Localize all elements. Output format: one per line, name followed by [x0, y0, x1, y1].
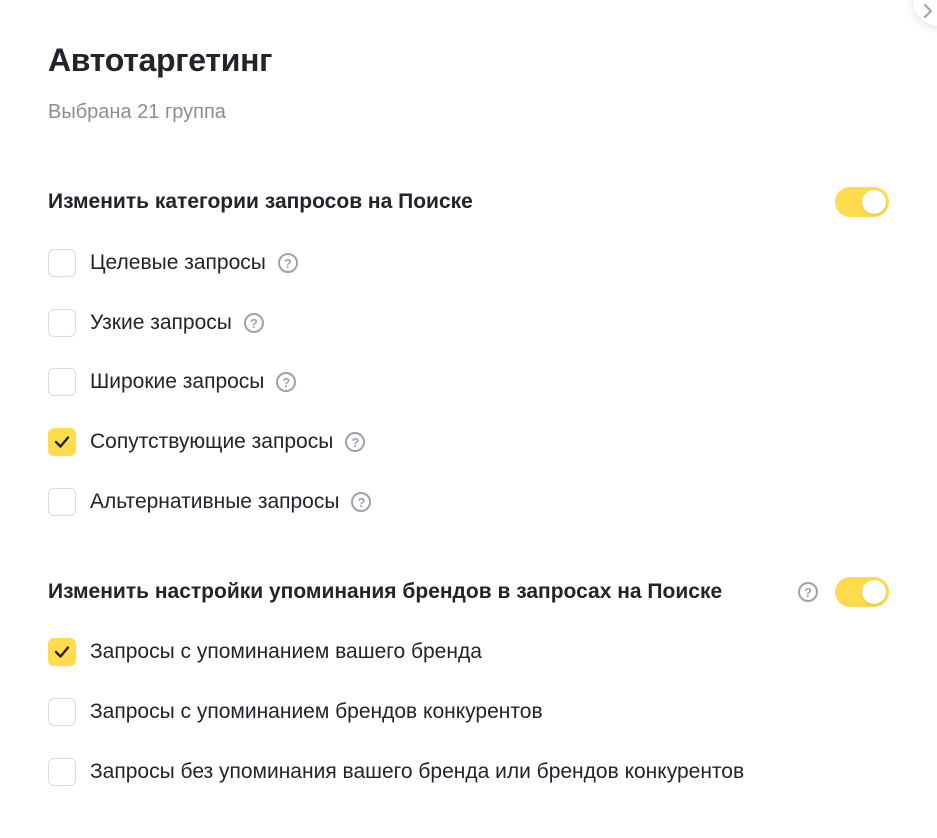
checkbox-label: Целевые запросы	[90, 251, 266, 274]
checkbox-row-own-brand[interactable]: Запросы с упоминанием вашего бренда	[48, 637, 482, 667]
checkbox[interactable]	[48, 698, 76, 726]
section-heading-brand-mentions: Изменить настройки упоминания брендов в …	[48, 580, 723, 603]
checkbox[interactable]	[48, 638, 76, 666]
chevron-right-icon	[924, 4, 933, 18]
checkbox-label: Запросы с упоминанием брендов конкуренто…	[90, 700, 543, 723]
checkbox-label: Запросы с упоминанием вашего бренда	[90, 640, 482, 663]
checkbox-label: Узкие запросы	[90, 311, 232, 334]
help-icon[interactable]: ?	[277, 253, 298, 273]
checkbox-label: Запросы без упоминания вашего бренда или…	[90, 760, 745, 783]
page-title: Автотаргетинг	[48, 42, 273, 78]
brand-mentions-toggle[interactable]	[835, 577, 889, 607]
selection-count: Выбрана 21 группа	[48, 101, 226, 123]
checkbox-row-competitor-brands[interactable]: Запросы с упоминанием брендов конкуренто…	[48, 697, 543, 727]
checkbox-row-related-queries[interactable]: Сопутствующие запросы ?	[48, 427, 366, 457]
checkbox[interactable]	[48, 309, 76, 337]
checkbox-row-narrow-queries[interactable]: Узкие запросы ?	[48, 308, 264, 338]
checkbox-row-alternative-queries[interactable]: Альтернативные запросы ?	[48, 487, 372, 517]
help-icon[interactable]: ?	[276, 372, 297, 392]
section-heading-search-categories: Изменить категории запросов на Поиске	[48, 190, 473, 213]
search-categories-toggle[interactable]	[835, 187, 889, 217]
checkbox[interactable]	[48, 249, 76, 277]
checkbox[interactable]	[48, 488, 76, 516]
checkbox-label: Сопутствующие запросы	[90, 430, 334, 453]
checkbox-label: Альтернативные запросы	[90, 490, 340, 513]
checkbox[interactable]	[48, 368, 76, 396]
checkbox[interactable]	[48, 758, 76, 786]
checkbox-row-no-brand[interactable]: Запросы без упоминания вашего бренда или…	[48, 757, 744, 787]
autotargeting-panel: Автотаргетинг Выбрана 21 группа Изменить…	[0, 0, 937, 838]
help-icon[interactable]: ?	[345, 432, 366, 452]
checkbox-row-broad-queries[interactable]: Широкие запросы ?	[48, 367, 297, 397]
checkmark-icon	[54, 436, 70, 448]
toggle-knob	[862, 580, 886, 604]
checkbox[interactable]	[48, 428, 76, 456]
checkbox-label: Широкие запросы	[90, 370, 265, 393]
help-icon[interactable]: ?	[351, 492, 372, 512]
checkbox-row-target-queries[interactable]: Целевые запросы ?	[48, 248, 298, 278]
toggle-knob	[862, 190, 886, 214]
help-icon[interactable]: ?	[798, 582, 818, 602]
help-icon[interactable]: ?	[243, 313, 264, 333]
checkmark-icon	[54, 646, 70, 658]
close-button[interactable]	[913, 0, 937, 26]
